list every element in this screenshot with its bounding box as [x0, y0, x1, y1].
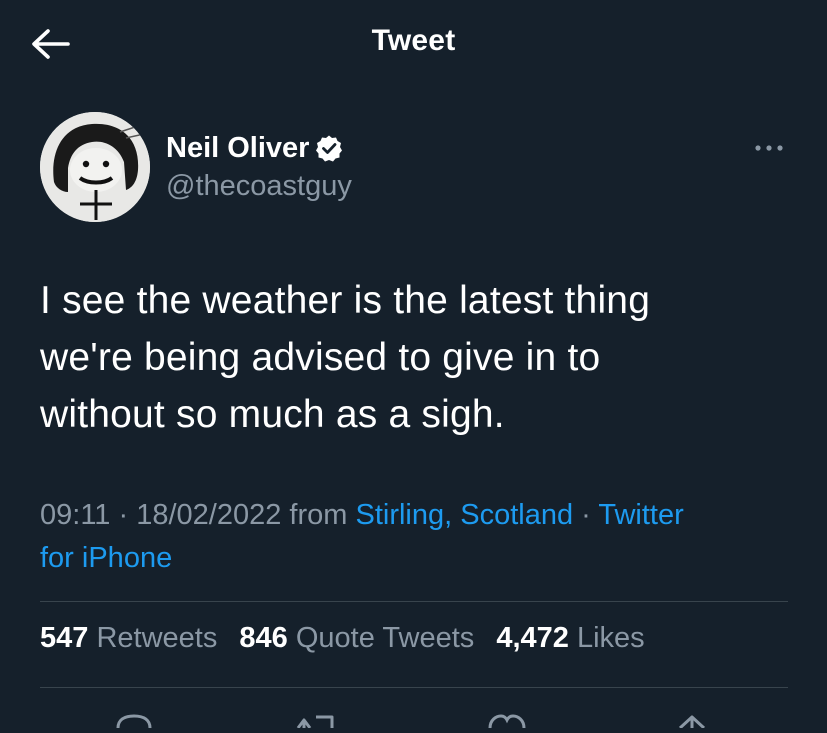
likes-stat[interactable]: 4,472 Likes — [496, 622, 644, 655]
likes-count: 4,472 — [496, 622, 569, 654]
tweet-line: I see the weather is the latest thing — [40, 279, 651, 322]
tweet-line: we're being advised to give in to — [40, 336, 601, 379]
avatar[interactable] — [40, 112, 150, 222]
author-name-row: Neil Oliver — [166, 128, 352, 168]
quote-tweets-stat[interactable]: 846 Quote Tweets — [239, 622, 474, 655]
from-label: from — [281, 499, 356, 531]
author-name[interactable]: Neil Oliver — [166, 132, 309, 165]
retweets-label: Retweets — [96, 622, 218, 654]
tweet-text: I see the weather is the latest thing we… — [40, 272, 800, 443]
meta-line-1: 09:11 · 18/02/2022 from Stirling, Scotla… — [40, 494, 800, 537]
retweet-button[interactable] — [294, 714, 338, 733]
like-button[interactable] — [486, 714, 528, 733]
author-handle[interactable]: @thecoastguy — [166, 170, 352, 203]
author-info: Neil Oliver @thecoastguy — [166, 128, 352, 203]
more-options-button[interactable] — [752, 136, 788, 160]
meta-separator: · — [110, 499, 137, 531]
retweets-count: 547 — [40, 622, 89, 654]
reply-button[interactable] — [114, 714, 154, 733]
divider — [40, 601, 788, 602]
meta-separator: · — [573, 499, 599, 531]
share-button[interactable] — [672, 714, 712, 733]
client-link-continued[interactable]: for iPhone — [40, 542, 172, 574]
location-link[interactable]: Stirling, Scotland — [355, 499, 573, 531]
verified-badge-icon — [316, 135, 343, 162]
quote-tweets-label: Quote Tweets — [295, 622, 475, 654]
page-title: Tweet — [371, 24, 456, 57]
likes-label: Likes — [576, 622, 645, 654]
quote-tweets-count: 846 — [239, 622, 288, 654]
top-bar: Tweet — [0, 0, 827, 90]
tweet-metadata: 09:11 · 18/02/2022 from Stirling, Scotla… — [40, 494, 800, 580]
avatar-drawing-icon — [40, 112, 150, 222]
retweets-stat[interactable]: 547 Retweets — [40, 622, 217, 655]
client-link[interactable]: Twitter — [598, 499, 683, 531]
tweet-time[interactable]: 09:11 — [40, 499, 110, 531]
engagement-stats: 547 Retweets 846 Quote Tweets 4,472 Like… — [40, 622, 659, 655]
divider — [40, 687, 788, 688]
tweet-line: without so much as a sigh. — [40, 393, 505, 436]
action-bar — [0, 700, 827, 730]
meta-line-2: for iPhone — [40, 537, 800, 580]
more-horizontal-icon — [755, 145, 783, 151]
tweet-date[interactable]: 18/02/2022 — [136, 499, 281, 531]
